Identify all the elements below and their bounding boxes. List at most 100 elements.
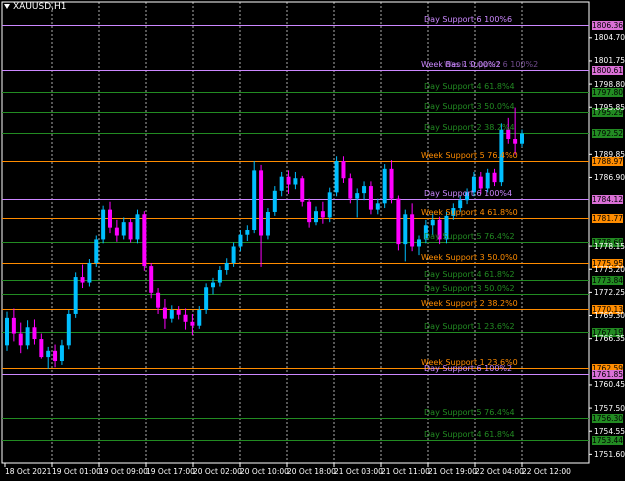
candle-body (348, 178, 353, 199)
candle-body (11, 317, 16, 334)
candle-body (149, 266, 154, 293)
candle-body (18, 333, 23, 346)
candle-body (375, 203, 380, 210)
candle-body (492, 172, 497, 183)
candle-body (39, 339, 44, 358)
candle-body (169, 310, 174, 319)
candle-body (73, 277, 78, 314)
candle-body (204, 287, 209, 311)
price-level-box: 1806.36 (592, 21, 624, 30)
time-tick-label: 22 Oct 12:00 (522, 467, 571, 476)
candle-body (362, 186, 367, 194)
candle-body (245, 230, 250, 235)
candle-body (430, 219, 435, 226)
candle-body (272, 190, 277, 212)
candle-body (485, 172, 490, 189)
price-level-box: 1753.44 (592, 436, 624, 445)
price-tick-label: 1772.25 (594, 287, 625, 297)
candle-body (389, 168, 394, 199)
price-tick-label: 1775.20 (594, 264, 625, 274)
price-tick-label: 1766.35 (594, 334, 625, 344)
price-level-box: 1756.30 (592, 414, 624, 423)
price-tick-label: 1786.90 (594, 172, 625, 182)
level-label: Day Support 5 76.4%4 (424, 407, 515, 417)
level-label: Week Support 5 76.4%0 (421, 150, 518, 160)
candle-body (259, 170, 264, 236)
level-label: Day Support 3 50.0%2 (424, 283, 515, 293)
time-tick-label: 21 Oct 11:00 (381, 467, 430, 476)
candle-body (59, 345, 64, 362)
time-tick-label: 21 Oct 03:00 (334, 467, 383, 476)
candle-body (334, 160, 339, 193)
candle-body (217, 270, 222, 283)
price-tick-label: 1795.85 (594, 102, 625, 112)
price-level-box: 1761.85 (592, 370, 624, 379)
candle-body (101, 209, 106, 240)
candle-body (197, 310, 202, 326)
time-tick-label: 21 Oct 19:00 (428, 467, 477, 476)
time-tick-label: 22 Oct 04:00 (475, 467, 524, 476)
candle-body (417, 239, 421, 247)
candle-body (252, 170, 257, 231)
price-tick-label: 1754.55 (594, 426, 625, 436)
candle-body (108, 209, 112, 228)
candle-body (478, 176, 483, 189)
price-tick-label: 1801.75 (594, 56, 625, 66)
candle-body (156, 292, 161, 308)
candle-body (32, 327, 37, 340)
price-tick-label: 1760.45 (594, 380, 625, 390)
candle-body (46, 350, 51, 358)
candle-body (265, 211, 270, 236)
candle-body (176, 310, 181, 315)
level-label: Week Support 2 38.2%0 (421, 298, 518, 308)
candle-body (320, 211, 325, 218)
price-level-box: 1781.77 (592, 214, 624, 223)
candle-body (190, 321, 195, 326)
candle-body (53, 350, 58, 362)
candle-body (368, 186, 373, 210)
candle-body (382, 168, 387, 204)
price-tick-label: 1778.15 (594, 241, 625, 251)
level-label: Day Support 4 61.8%4 (424, 81, 515, 91)
level-label: Week Support 4 61.8%0 (421, 207, 518, 217)
candle-body (396, 198, 401, 245)
candle-body (211, 282, 215, 288)
level-label: Day Support 3 50.0%4 (424, 101, 515, 111)
time-tick-label: 19 Oct 09:00 (99, 467, 148, 476)
level-label: Week Support 3 50.0%0 (421, 252, 518, 262)
candle-body (341, 160, 346, 179)
level-label: Day Support 1 23.6%2 (424, 321, 515, 331)
candle-body (183, 314, 188, 322)
candle-body (513, 139, 518, 144)
price-tick-label: 1769.30 (594, 311, 625, 321)
candle-body (128, 222, 133, 240)
price-tick-label: 1751.60 (594, 449, 625, 459)
candle-body (135, 214, 140, 240)
time-tick-label: 19 Oct 01:00 (52, 467, 101, 476)
candle-body (142, 214, 147, 267)
candle-body (80, 277, 85, 283)
dropdown-triangle-icon (4, 4, 10, 9)
candle-body (520, 133, 524, 144)
time-tick-label: 19 Oct 17:00 (146, 467, 195, 476)
price-chart[interactable] (0, 0, 625, 481)
candle-body (121, 222, 126, 236)
candle-body (5, 317, 9, 346)
candle-body (94, 239, 99, 263)
candle-body (355, 193, 360, 199)
candle-body (238, 234, 243, 247)
price-tick-label: 1804.70 (594, 33, 625, 43)
time-tick-label: 20 Oct 10:00 (240, 467, 289, 476)
level-label-overlap: Week Support 6 100%2 (444, 59, 539, 69)
candle-body (162, 307, 167, 319)
candle-body (327, 192, 332, 218)
candle-body (66, 313, 71, 346)
candle-body (279, 176, 284, 191)
time-tick-label: 18 Oct 2021 (5, 467, 52, 476)
price-level-box: 1784.12 (592, 195, 624, 204)
candle-body (231, 246, 236, 263)
level-label: Day Support 6 100%6 (424, 14, 513, 24)
candle-body (403, 214, 408, 245)
candle-body (224, 262, 229, 271)
time-tick-label: 20 Oct 18:00 (287, 467, 336, 476)
